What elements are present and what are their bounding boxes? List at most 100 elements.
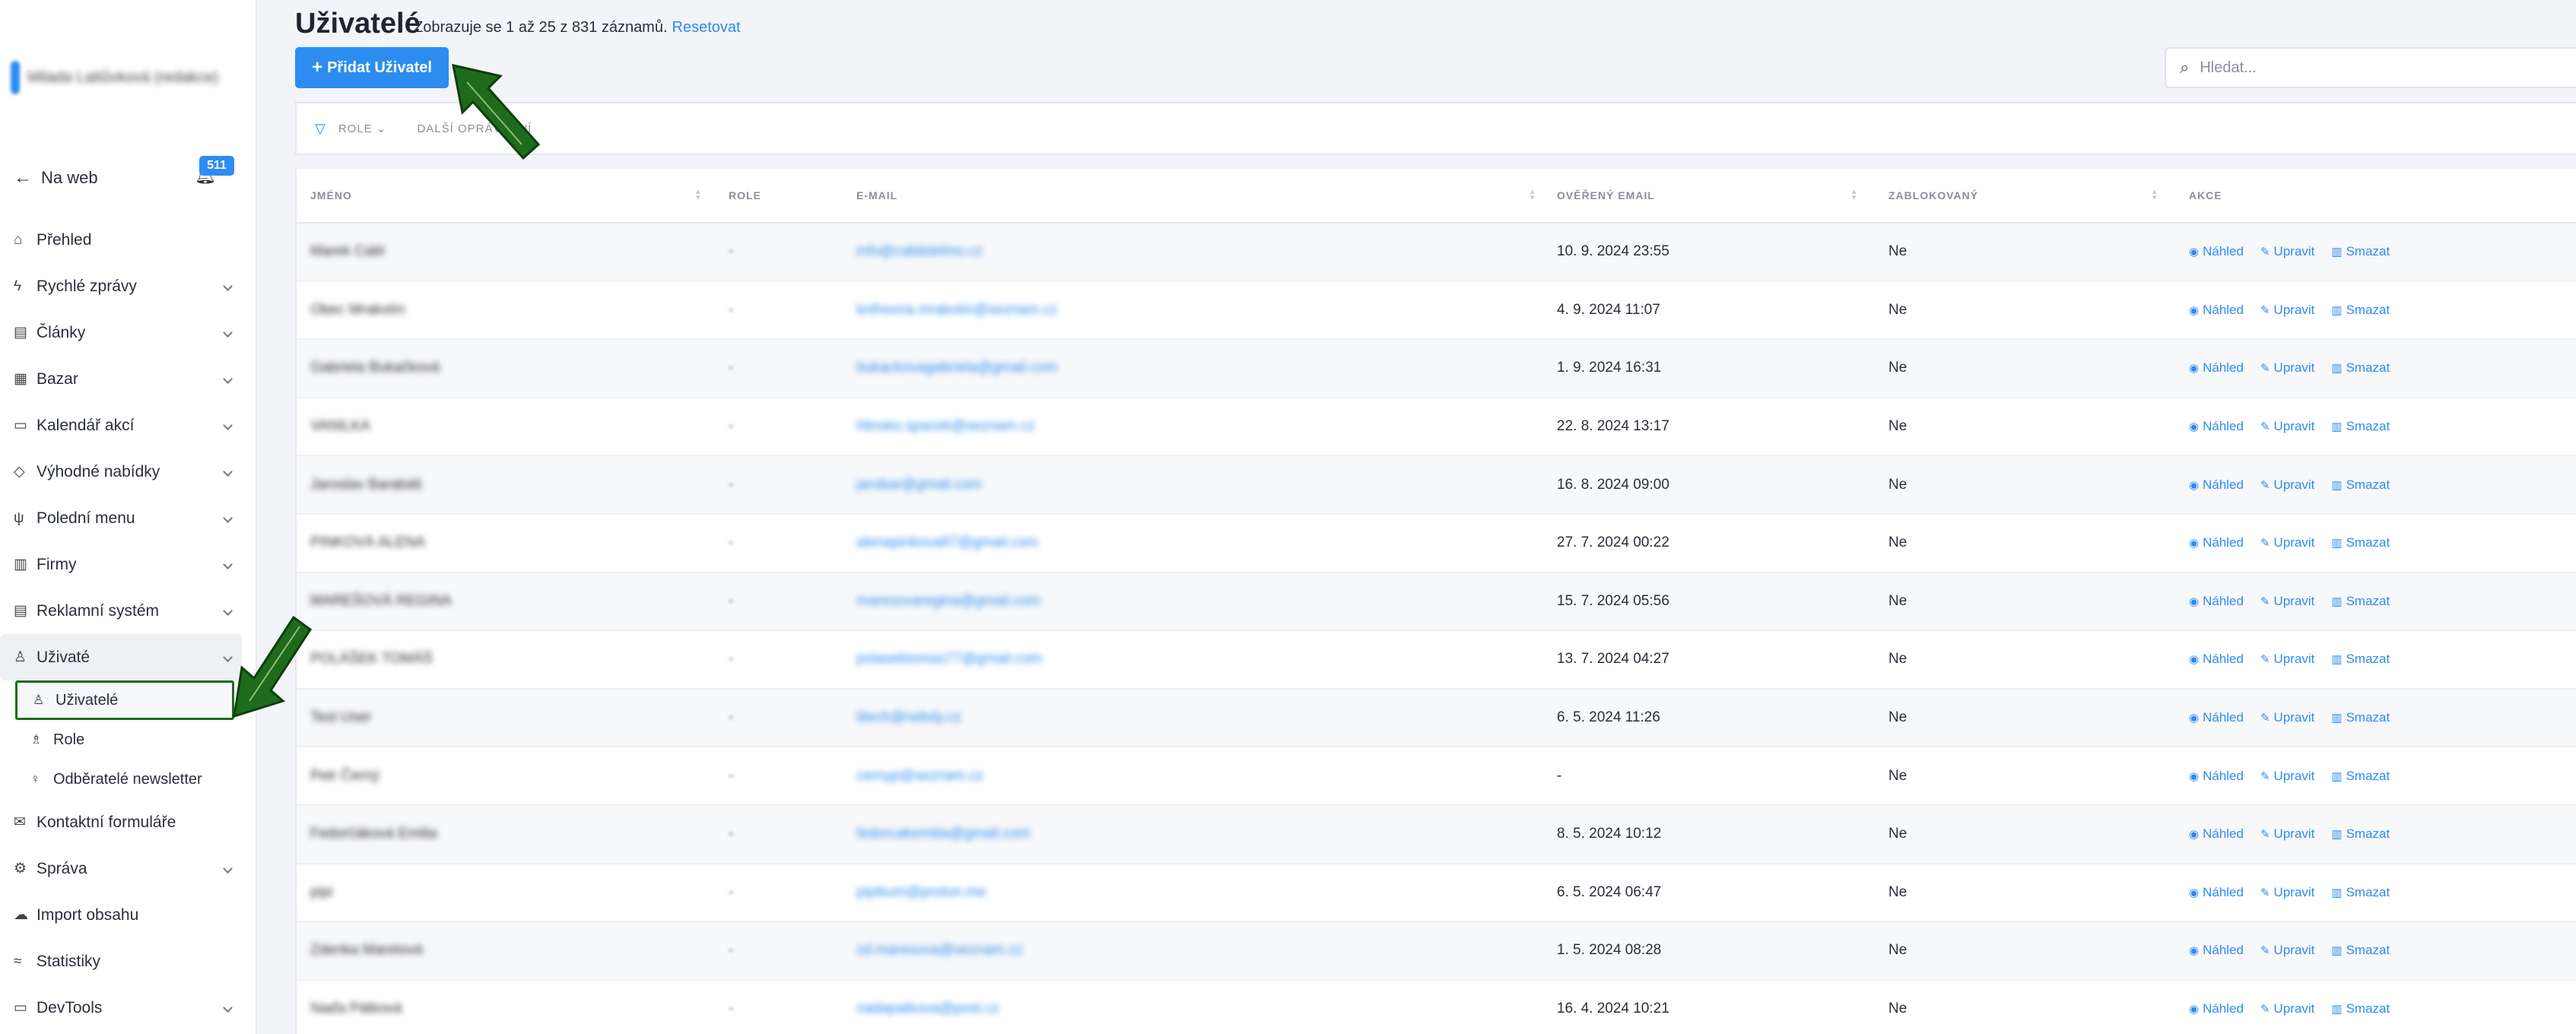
delete-button[interactable]: ▥ Smazat [2331,652,2390,667]
email-link[interactable]: info@cabletelmo.cz [856,243,983,260]
edit-button[interactable]: ✎ Upravit [2260,303,2314,318]
view-button[interactable]: ◉ Náhled [2189,303,2244,318]
view-button[interactable]: ◉ Náhled [2189,594,2244,609]
delete-button[interactable]: ▥ Smazat [2331,769,2390,784]
role-filter[interactable]: ROLE ⌄ [338,122,387,135]
column-header-akce[interactable]: AKCE [2189,189,2222,201]
view-button[interactable]: ◉ Náhled [2189,1001,2244,1017]
sidebar-item-rychle-zpravy[interactable]: ϟ Rychlé zprávy [0,263,242,309]
back-to-web-link[interactable]: ← Na web [14,167,98,189]
view-button[interactable]: ◉ Náhled [2189,477,2244,493]
sort-icon[interactable]: ▴ ▾ [1852,188,1860,202]
email-link[interactable]: alenapinkova87@gmail.com [856,534,1038,551]
edit-button[interactable]: ✎ Upravit [2260,594,2314,609]
delete-button[interactable]: ▥ Smazat [2331,303,2390,318]
edit-button[interactable]: ✎ Upravit [2260,710,2314,725]
sidebar-item-firmy[interactable]: ▥ Firmy [0,541,242,588]
users-icon: ♗ [30,732,43,747]
add-user-button[interactable]: + Přidat Uživatel [295,47,449,88]
user-name-cell: Jaroslav Barabáš [310,476,422,493]
reset-link[interactable]: Resetovat [672,19,741,36]
sort-icon[interactable]: ▴ ▾ [2152,188,2160,202]
delete-button[interactable]: ▥ Smazat [2331,244,2390,259]
sidebar-item-prehled[interactable]: ⌂ Přehled [0,217,242,263]
sidebar-item-sprava[interactable]: ⚙ Správa [0,845,242,892]
email-link[interactable]: hlinsko.spacek@seznam.cz [856,418,1035,435]
delete-button[interactable]: ▥ Smazat [2331,885,2390,900]
email-link[interactable]: nadapatkova@post.cz [856,1001,999,1017]
view-button[interactable]: ◉ Náhled [2189,244,2244,259]
sidebar-subitem-uzivatele[interactable]: ♙ Uživatelé [15,680,234,720]
sidebar-item-bazar[interactable]: ▦ Bazar [0,356,242,402]
delete-button[interactable]: ▥ Smazat [2331,477,2390,493]
delete-button[interactable]: ▥ Smazat [2331,826,2390,842]
view-label: Náhled [2203,768,2244,783]
edit-button[interactable]: ✎ Upravit [2260,419,2314,434]
sidebar-item-label: Rychlé zprávy [37,277,137,295]
view-button[interactable]: ◉ Náhled [2189,535,2244,550]
sidebar-item-kontaktni-formulare[interactable]: ✉ Kontaktní formuláře [0,799,242,845]
edit-button[interactable]: ✎ Upravit [2260,477,2314,493]
edit-button[interactable]: ✎ Upravit [2260,360,2314,376]
delete-button[interactable]: ▥ Smazat [2331,943,2390,958]
edit-button[interactable]: ✎ Upravit [2260,1001,2314,1017]
email-link[interactable]: fedorcakemilia@gmail.com [856,826,1030,842]
edit-button[interactable]: ✎ Upravit [2260,769,2314,784]
sidebar-item-poledni-menu[interactable]: ψ Polední menu [0,495,242,541]
email-link[interactable]: maresovaregina@gmail.com [856,593,1040,610]
edit-button[interactable]: ✎ Upravit [2260,885,2314,900]
sort-icon[interactable]: ▴ ▾ [696,188,704,202]
sidebar-item-devtools[interactable]: ▭ DevTools [0,985,242,1031]
delete-button[interactable]: ▥ Smazat [2331,1001,2390,1017]
edit-button[interactable]: ✎ Upravit [2260,652,2314,667]
email-link[interactable]: polasektomas77@gmail.com [856,651,1042,668]
email-link[interactable]: zd.maresova@seznam.cz [856,942,1023,959]
delete-button[interactable]: ▥ Smazat [2331,419,2390,434]
search-icon: ⌕ [2180,58,2190,77]
search-input[interactable] [2200,59,2520,77]
filter-icon[interactable]: ▽ [315,121,326,137]
edit-label: Upravit [2273,1001,2315,1017]
view-button[interactable]: ◉ Náhled [2189,419,2244,434]
sidebar-item-clanky[interactable]: ▤ Články [0,309,242,356]
sidebar-item-vyhodne-nabidky[interactable]: ◇ Výhodné nabídky [0,449,242,495]
email-link[interactable]: bukackovagabriela@gmail.com [856,360,1057,376]
edit-label: Upravit [2273,826,2315,842]
column-header-overeny-email[interactable]: OVĚŘENÝ EMAIL [1557,189,1655,201]
delete-button[interactable]: ▥ Smazat [2331,710,2390,725]
sidebar-subitem-role[interactable]: ♗ Role [0,720,242,760]
sidebar-item-uzivate[interactable]: ♙ Uživaté [0,634,242,680]
delete-button[interactable]: ▥ Smazat [2331,594,2390,609]
sidebar-subitem-odberatele-newsletter[interactable]: ♀ Odběratelé newsletter [0,760,242,799]
edit-button[interactable]: ✎ Upravit [2260,244,2314,259]
sidebar-item-reklamni-system[interactable]: ▤ Reklamní systém [0,588,242,634]
column-header-zablokovany[interactable]: ZABLOKOVANÝ [1888,189,1978,201]
sidebar-item-import-obsahu[interactable]: ☁ Import obsahu [0,892,242,938]
user-menu[interactable]: Milada Lattůvková (redakce) [11,59,239,96]
sidebar-item-kalendar-akci[interactable]: ▭ Kalendář akcí [0,402,242,449]
sidebar-item-statistiky[interactable]: ≈ Statistiky [0,938,242,985]
view-button[interactable]: ◉ Náhled [2189,943,2244,958]
column-header-role[interactable]: ROLE [729,189,761,201]
view-button[interactable]: ◉ Náhled [2189,710,2244,725]
edit-button[interactable]: ✎ Upravit [2260,943,2314,958]
column-header-e-mail[interactable]: E-MAIL [856,189,897,201]
delete-label: Smazat [2346,535,2390,550]
email-link[interactable]: cernyp@seznam.cz [856,768,983,785]
edit-button[interactable]: ✎ Upravit [2260,826,2314,842]
delete-button[interactable]: ▥ Smazat [2331,360,2390,376]
view-button[interactable]: ◉ Náhled [2189,652,2244,667]
view-button[interactable]: ◉ Náhled [2189,885,2244,900]
sort-icon[interactable]: ▴ ▾ [1530,188,1538,202]
email-link[interactable]: litech@nebdy.cz [856,709,961,726]
view-button[interactable]: ◉ Náhled [2189,360,2244,376]
view-button[interactable]: ◉ Náhled [2189,826,2244,842]
view-label: Náhled [2203,477,2244,492]
email-link[interactable]: pipikum@proton.me [856,884,986,901]
edit-button[interactable]: ✎ Upravit [2260,535,2314,550]
column-header-jmeno[interactable]: JMÉNO [310,189,352,201]
email-link[interactable]: jarobar@gmail.com [856,477,982,493]
view-button[interactable]: ◉ Náhled [2189,769,2244,784]
delete-button[interactable]: ▥ Smazat [2331,535,2390,550]
email-link[interactable]: knihovna.mrakotin@seznam.cz [856,302,1057,319]
